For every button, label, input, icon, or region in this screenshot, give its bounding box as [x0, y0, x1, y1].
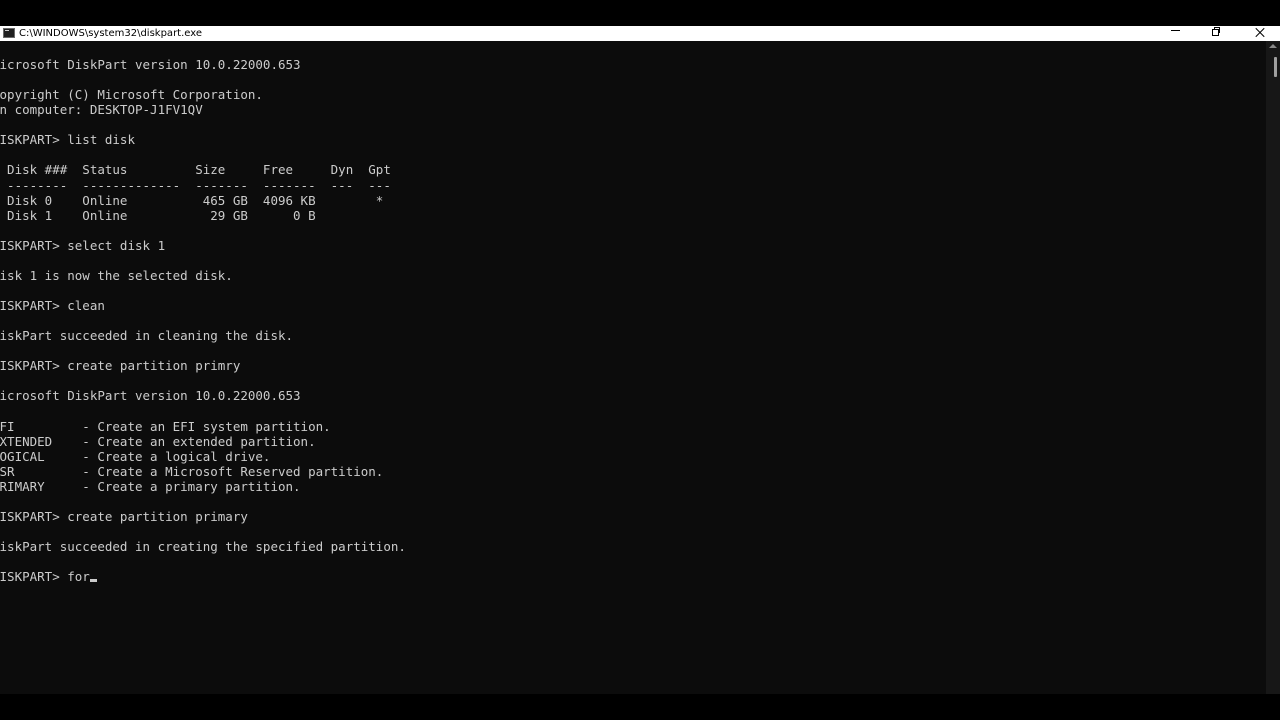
console-line: On computer: DESKTOP-J1FV1QV	[0, 102, 203, 118]
close-button[interactable]	[1238, 26, 1280, 41]
scroll-up-icon[interactable]	[1269, 44, 1277, 48]
title-bar[interactable]: C:\WINDOWS\system32\diskpart.exe	[0, 26, 1280, 41]
minimize-icon	[1171, 30, 1180, 31]
console-line: DiskPart succeeded in cleaning the disk.	[0, 328, 294, 344]
command-prompt-line[interactable]: DISKPART> for	[0, 569, 406, 584]
console-app-icon	[3, 28, 15, 38]
console-line: DISKPART> create partition primry	[0, 358, 241, 374]
scrollbar-thumb[interactable]	[1274, 57, 1277, 77]
letterbox-top	[0, 0, 1280, 26]
console-line: MSR - Create a Microsoft Reserved partit…	[0, 463, 384, 479]
console-line: DISKPART> clean	[0, 298, 105, 313]
command-input-text[interactable]: DISKPART> for	[0, 569, 90, 584]
console-line: Disk 0 Online 465 GB 4096 KB *	[0, 192, 384, 208]
diskpart-console-window: C:\WINDOWS\system32\diskpart.exe Microso…	[0, 26, 1280, 694]
console-line: DISKPART> create partition primary	[0, 508, 248, 524]
console-output-area[interactable]: Microsoft DiskPart version 10.0.22000.65…	[0, 41, 1266, 694]
console-line: EFI - Create an EFI system partition.	[0, 418, 331, 434]
restore-button[interactable]	[1196, 26, 1240, 41]
console-line: Microsoft DiskPart version 10.0.22000.65…	[0, 57, 301, 72]
window-title: C:\WINDOWS\system32\diskpart.exe	[19, 28, 203, 39]
console-line: Disk ### Status Size Free Dyn Gpt	[0, 162, 391, 178]
console-line: Microsoft DiskPart version 10.0.22000.65…	[0, 388, 301, 404]
console-line: EXTENDED - Create an extended partition.	[0, 433, 316, 449]
console-line: Disk 1 is now the selected disk.	[0, 267, 233, 283]
letterbox-bottom	[0, 694, 1280, 720]
console-line: DiskPart succeeded in creating the speci…	[0, 539, 406, 554]
text-cursor	[89, 579, 97, 583]
console-line: PRIMARY - Create a primary partition.	[0, 478, 301, 494]
console-line: LOGICAL - Create a logical drive.	[0, 448, 271, 464]
vertical-scrollbar[interactable]	[1266, 41, 1280, 694]
console-line: -------- ------------- ------- ------- -…	[0, 177, 391, 193]
restore-icon	[1212, 27, 1221, 36]
minimize-button[interactable]	[1154, 26, 1198, 41]
console-line: Disk 1 Online 29 GB 0 B	[0, 207, 316, 223]
console-line: Copyright (C) Microsoft Corporation.	[0, 87, 263, 103]
close-icon	[1254, 27, 1265, 38]
console-line: DISKPART> select disk 1	[0, 237, 166, 253]
console-line: DISKPART> list disk	[0, 132, 135, 148]
console-text: Microsoft DiskPart version 10.0.22000.65…	[0, 57, 406, 584]
